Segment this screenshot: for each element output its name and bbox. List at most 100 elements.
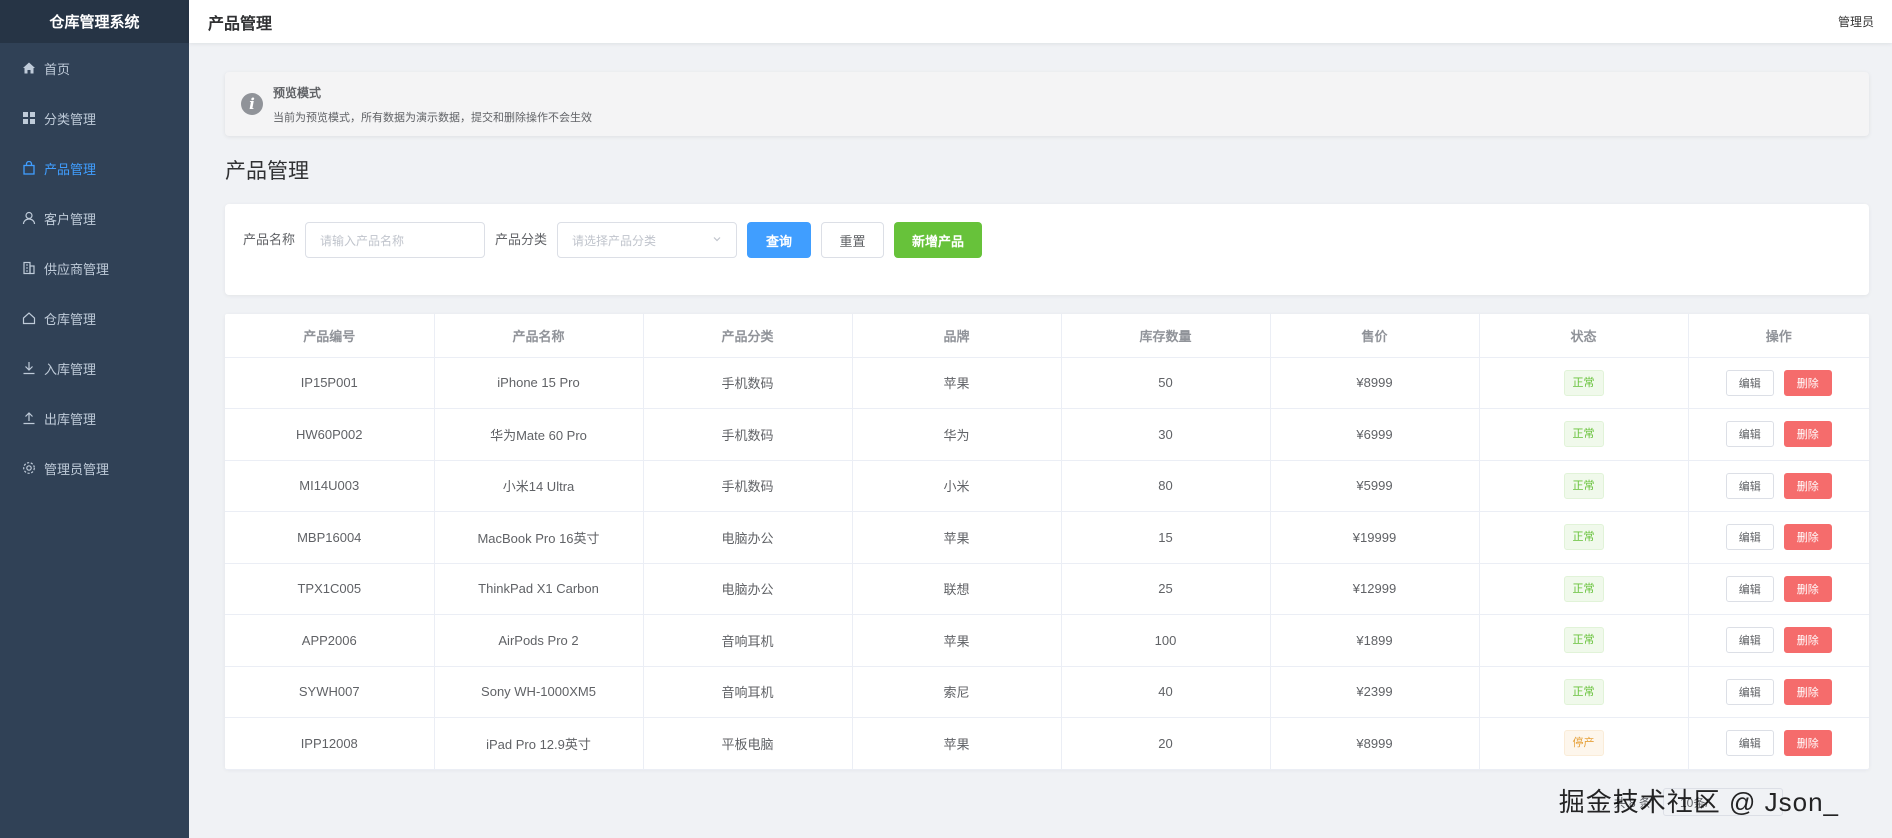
cell-category: 手机数码 — [643, 408, 853, 461]
bag-icon — [22, 161, 36, 175]
watermark: 掘金技术社区 @ Json_ — [1558, 787, 1839, 817]
cell-name: iPhone 15 Pro — [434, 357, 644, 409]
cell-status: 正常 — [1479, 666, 1689, 718]
cell-stock: 30 — [1061, 408, 1271, 461]
cell-name: 小米14 Ultra — [434, 460, 644, 512]
cell-brand: 苹果 — [852, 614, 1062, 667]
edit-button[interactable]: 编辑 — [1725, 730, 1774, 757]
sidebar-nav: 首页分类管理 产品管理 客户管理供应商管理仓库管理入库管理出库管理 管理员管理 — [0, 43, 189, 493]
sidebar-item-8[interactable]: 管理员管理 — [0, 443, 189, 493]
cell-brand: 联想 — [852, 563, 1062, 615]
cell-name: Sony WH-1000XM5 — [434, 666, 644, 718]
delete-button[interactable]: 删除 — [1783, 421, 1832, 448]
column-header: 售价 — [1270, 314, 1480, 358]
delete-button[interactable]: 删除 — [1783, 524, 1832, 551]
user-menu[interactable]: 管理员 — [1838, 13, 1874, 30]
cell-stock: 25 — [1061, 563, 1271, 615]
column-header: 产品分类 — [643, 314, 853, 358]
add-product-button[interactable]: 新增产品 — [894, 222, 983, 258]
column-header: 状态 — [1479, 314, 1689, 358]
cell-price: ¥6999 — [1270, 408, 1480, 461]
cell-price: ¥2399 — [1270, 666, 1480, 718]
top-header: 产品管理 管理员 — [189, 0, 1892, 43]
cell-actions: 编辑 删除 — [1688, 357, 1869, 409]
download-icon — [22, 361, 36, 375]
cell-brand: 小米 — [852, 460, 1062, 512]
cell-stock: 50 — [1061, 357, 1271, 409]
delete-button[interactable]: 删除 — [1783, 369, 1832, 396]
house-icon — [22, 311, 36, 325]
status-badge: 正常 — [1563, 472, 1604, 499]
cell-name: AirPods Pro 2 — [434, 614, 644, 667]
table-header-row: 产品编号 产品名称 产品分类 品牌 库存数量 售价 状态 操作 — [225, 314, 1869, 358]
cell-category: 手机数码 — [643, 357, 853, 409]
cell-actions: 编辑 删除 — [1688, 614, 1869, 667]
edit-button[interactable]: 编辑 — [1725, 421, 1774, 448]
status-badge: 停产 — [1563, 730, 1604, 757]
category-select[interactable]: 请选择产品分类 — [557, 222, 738, 258]
sidebar-item-4[interactable]: 供应商管理 — [0, 243, 189, 293]
edit-button[interactable]: 编辑 — [1725, 369, 1774, 396]
sidebar-item-0[interactable]: 首页 — [0, 43, 189, 93]
category-label: 产品分类 — [495, 232, 548, 247]
cell-category: 电脑办公 — [643, 511, 853, 564]
cell-price: ¥1899 — [1270, 614, 1480, 667]
delete-button[interactable]: 删除 — [1783, 575, 1832, 602]
cell-price: ¥12999 — [1270, 563, 1480, 615]
cell-code: IPP12008 — [225, 717, 435, 770]
edit-button[interactable]: 编辑 — [1725, 627, 1774, 654]
header-title: 产品管理 — [208, 15, 273, 33]
edit-button[interactable]: 编辑 — [1725, 678, 1774, 705]
cell-category: 音响耳机 — [643, 614, 853, 667]
sidebar-item-label: 首页 — [44, 61, 71, 77]
building-icon — [22, 261, 36, 275]
delete-button[interactable]: 删除 — [1783, 730, 1832, 757]
edit-button[interactable]: 编辑 — [1725, 575, 1774, 602]
sidebar-item-6[interactable]: 入库管理 — [0, 343, 189, 393]
delete-button[interactable]: 删除 — [1783, 627, 1832, 654]
product-name-label: 产品名称 — [243, 232, 296, 247]
cell-category: 平板电脑 — [643, 717, 853, 770]
table-row: IP15P001 iPhone 15 Pro 手机数码 苹果 50 ¥8999 正常 编辑 删除 — [225, 357, 1869, 409]
status-badge: 正常 — [1563, 369, 1604, 396]
delete-button[interactable]: 删除 — [1783, 678, 1832, 705]
sidebar-item-1[interactable]: 分类管理 — [0, 93, 189, 143]
preview-alert: i 预览模式 当前为预览模式，所有数据为演示数据，提交和删除操作不会生效 — [225, 72, 1869, 136]
column-header: 品牌 — [852, 314, 1062, 358]
cell-status: 停产 — [1479, 717, 1689, 770]
cell-name: MacBook Pro 16英寸 — [434, 511, 644, 564]
cell-category: 音响耳机 — [643, 666, 853, 718]
edit-button[interactable]: 编辑 — [1725, 524, 1774, 551]
cell-brand: 苹果 — [852, 511, 1062, 564]
query-button[interactable]: 查询 — [747, 222, 812, 258]
cell-stock: 80 — [1061, 460, 1271, 512]
cell-actions: 编辑 删除 — [1688, 460, 1869, 512]
table-body: IP15P001 iPhone 15 Pro 手机数码 苹果 50 ¥8999 正常 编辑 删除… — [225, 357, 1869, 770]
sidebar-item-3[interactable]: 客户管理 — [0, 193, 189, 243]
sidebar-item-label: 供应商管理 — [44, 261, 110, 277]
cell-actions: 编辑 删除 — [1688, 666, 1869, 718]
reset-button[interactable]: 重置 — [821, 222, 885, 258]
table-row: MBP16004 MacBook Pro 16英寸 电脑办公 苹果 15 ¥19999 正常… — [225, 511, 1869, 564]
cell-status: 正常 — [1479, 357, 1689, 409]
cell-actions: 编辑 删除 — [1688, 408, 1869, 461]
edit-button[interactable]: 编辑 — [1725, 472, 1774, 499]
category-select-placeholder: 请选择产品分类 — [572, 233, 657, 248]
sidebar-item-7[interactable]: 出库管理 — [0, 393, 189, 443]
cell-code: MBP16004 — [225, 511, 435, 564]
cell-stock: 100 — [1061, 614, 1271, 667]
delete-button[interactable]: 删除 — [1783, 472, 1832, 499]
table-row: TPX1C005 ThinkPad X1 Carbon 电脑办公 联想 25 ¥12999… — [225, 563, 1869, 615]
cell-name: ThinkPad X1 Carbon — [434, 563, 644, 615]
gear-icon — [22, 461, 36, 475]
cell-brand: 华为 — [852, 408, 1062, 461]
sidebar-item-5[interactable]: 仓库管理 — [0, 293, 189, 343]
grid-icon — [22, 111, 36, 125]
cell-code: APP2006 — [225, 614, 435, 667]
cell-brand: 苹果 — [852, 357, 1062, 409]
product-name-input[interactable]: 请输入产品名称 — [305, 222, 486, 258]
sidebar-item-label: 入库管理 — [44, 361, 97, 377]
cell-stock: 20 — [1061, 717, 1271, 770]
sidebar-item-2[interactable]: 产品管理 — [0, 143, 189, 193]
cell-brand: 索尼 — [852, 666, 1062, 718]
